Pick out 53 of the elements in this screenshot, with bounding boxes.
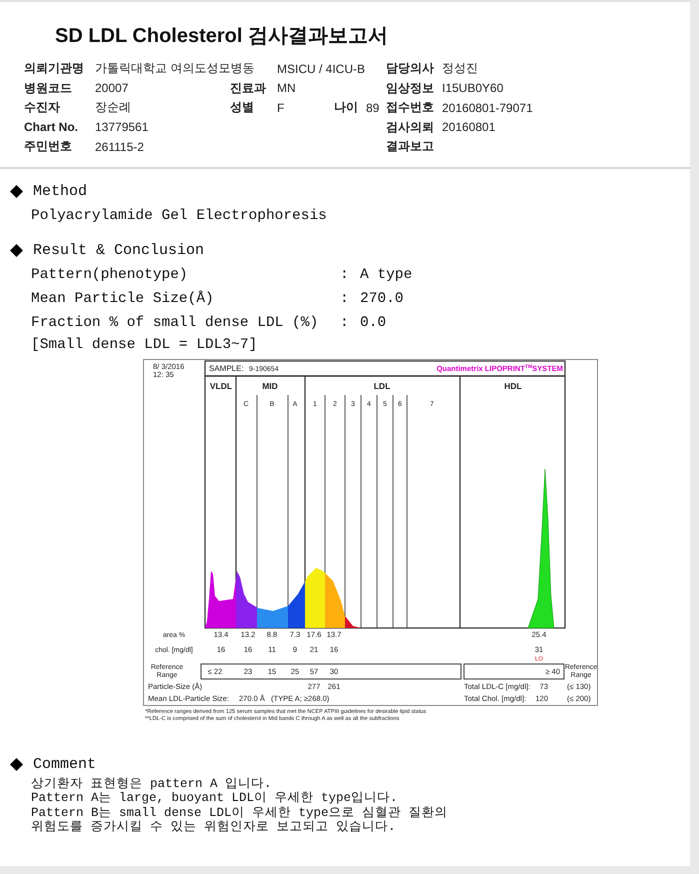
comment-line: 상기환자 표현형은 pattern A 입니다. xyxy=(31,776,272,791)
report-title: SD LDL Cholesterol 검사결과보고서 xyxy=(55,24,388,49)
fraction-group-label: VLDL xyxy=(210,380,232,390)
field-label: 결과보고 xyxy=(386,138,434,156)
sample-label: SAMPLE: xyxy=(209,364,244,372)
field-value: MN xyxy=(277,81,296,96)
field-label: 의뢰기관명 xyxy=(24,60,84,78)
field-label: Chart No. xyxy=(24,120,78,134)
field-label: 진료과 xyxy=(230,80,266,97)
result-label: Mean Particle Size(Å) xyxy=(31,290,214,306)
fraction-group-label: LDL xyxy=(374,380,390,390)
field-label: 주민번호 xyxy=(24,138,72,156)
field-label: 수진자 xyxy=(24,99,60,116)
field-label: 접수번호 xyxy=(386,99,434,116)
comment-line: 위험도를 증가시킬 수 있는 위험인자로 보고되고 있습니다. xyxy=(31,820,396,834)
fraction-group-label: HDL xyxy=(504,380,522,390)
field-label: 임상정보 xyxy=(386,80,434,97)
section-heading: Method xyxy=(33,182,88,200)
comment-line: Pattern B는 small dense LDL이 우세한 type으로 심혈관 질환의 xyxy=(31,806,448,820)
result-value: A type xyxy=(360,266,412,282)
field-label: 담당의사 xyxy=(386,60,434,78)
field-label: 나이 xyxy=(334,99,358,116)
colon: : xyxy=(340,266,349,282)
result-label: Fraction % of small dense LDL (%) xyxy=(31,314,318,330)
fraction-group-label: MID xyxy=(262,380,278,390)
diamond-bullet-icon xyxy=(10,758,23,770)
field-value: 20160801-79071 xyxy=(442,100,533,115)
field-value: 가톨릭대학교 여의도성모병동 xyxy=(95,60,254,78)
field-value: 89 xyxy=(366,100,380,115)
field-label: 검사의뢰 xyxy=(386,118,434,136)
field-value: 정성진 xyxy=(442,60,478,78)
field-value: I15UB0Y60 xyxy=(442,81,504,96)
field-value: 20007 xyxy=(95,81,128,96)
diamond-bullet-icon xyxy=(10,244,23,256)
field-label: 병원코드 xyxy=(24,80,72,97)
method-text: Polyacrylamide Gel Electrophoresis xyxy=(31,208,327,224)
field-value: 261115-2 xyxy=(95,140,144,154)
colon: : xyxy=(340,290,349,306)
field-value: F xyxy=(277,100,284,115)
result-note: [Small dense LDL = LDL3~7] xyxy=(31,336,258,352)
result-value: 270.0 xyxy=(360,290,404,306)
result-value: 0.0 xyxy=(360,314,386,330)
field-value: 장순례 xyxy=(95,99,131,116)
section-heading: Comment xyxy=(33,756,96,772)
result-label: Pattern(phenotype) xyxy=(31,266,188,282)
comment-line: Pattern A는 large, buoyant LDL이 우세한 type입니다. xyxy=(31,791,398,806)
colon: : xyxy=(340,314,349,330)
field-label: 성별 xyxy=(230,99,254,116)
field-value: 20160801 xyxy=(442,120,496,134)
section-heading: Result & Conclusion xyxy=(33,242,204,258)
field-value: MSICU / 4ICU-B xyxy=(277,62,366,76)
diamond-bullet-icon xyxy=(10,184,23,198)
field-value: 13779561 xyxy=(95,120,148,134)
